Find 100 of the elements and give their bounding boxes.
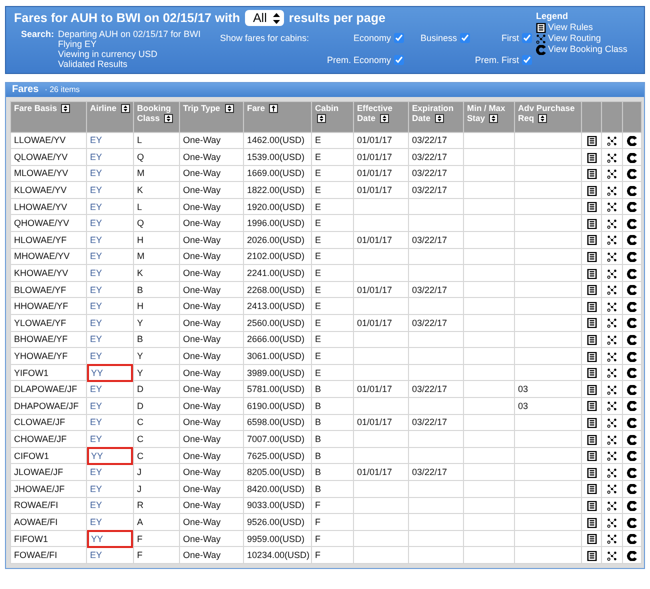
c-shape-icon[interactable] xyxy=(627,318,637,328)
dots-icon[interactable] xyxy=(607,384,617,395)
dots-icon[interactable] xyxy=(607,368,617,378)
dots-icon[interactable] xyxy=(607,500,617,511)
sort-icon[interactable] xyxy=(224,104,234,113)
document-icon[interactable] xyxy=(586,252,596,262)
document-icon[interactable] xyxy=(586,352,596,362)
c-shape-icon[interactable] xyxy=(627,500,637,511)
highlighted-airline[interactable]: YY xyxy=(87,530,133,548)
document-icon[interactable] xyxy=(586,484,596,494)
c-shape-icon[interactable] xyxy=(627,401,637,412)
c-shape-icon[interactable] xyxy=(627,235,637,246)
legend-label[interactable]: View Booking Class xyxy=(548,44,628,55)
c-shape-icon[interactable] xyxy=(627,335,637,346)
document-icon[interactable] xyxy=(586,384,596,395)
document-icon[interactable] xyxy=(586,451,596,462)
cabin-checkbox[interactable] xyxy=(460,33,470,43)
c-shape-icon[interactable] xyxy=(627,252,637,262)
dots-icon[interactable] xyxy=(607,169,617,180)
c-shape-icon[interactable] xyxy=(627,468,637,478)
sort-ascending-icon[interactable] xyxy=(269,104,278,113)
c-shape-icon[interactable] xyxy=(627,218,637,229)
document-icon[interactable] xyxy=(586,418,596,428)
document-icon[interactable] xyxy=(586,518,596,528)
document-icon[interactable] xyxy=(586,218,596,229)
c-shape-icon[interactable] xyxy=(627,302,637,312)
c-shape-icon[interactable] xyxy=(627,518,637,528)
document-icon[interactable] xyxy=(586,202,596,212)
c-shape-icon[interactable] xyxy=(627,202,637,212)
document-icon[interactable] xyxy=(586,468,596,478)
dots-icon[interactable] xyxy=(607,318,617,328)
sort-icon[interactable] xyxy=(164,114,174,123)
dots-icon[interactable] xyxy=(607,468,617,478)
sort-icon[interactable] xyxy=(61,104,70,113)
document-icon[interactable] xyxy=(586,550,596,561)
highlighted-airline[interactable]: YY xyxy=(87,446,133,465)
cabin-checkbox[interactable] xyxy=(522,33,532,43)
c-shape-icon[interactable] xyxy=(627,451,637,462)
dots-icon[interactable] xyxy=(607,534,617,544)
document-icon[interactable] xyxy=(586,302,596,312)
c-shape-icon[interactable] xyxy=(627,136,637,146)
cabin-checkbox[interactable] xyxy=(394,55,404,65)
document-icon[interactable] xyxy=(586,186,596,196)
dots-icon[interactable] xyxy=(607,136,617,146)
dots-icon[interactable] xyxy=(607,550,617,561)
document-icon[interactable] xyxy=(586,169,596,180)
sort-icon[interactable] xyxy=(434,114,444,123)
c-shape-icon[interactable] xyxy=(627,186,637,196)
document-icon[interactable] xyxy=(586,235,596,246)
c-shape-icon[interactable] xyxy=(627,434,637,445)
c-shape-icon[interactable] xyxy=(627,268,637,279)
c-shape-icon[interactable] xyxy=(627,418,637,428)
legend-label[interactable]: View Rules xyxy=(548,22,593,33)
highlighted-airline[interactable]: YY xyxy=(87,364,133,382)
dots-icon[interactable] xyxy=(607,252,617,262)
document-icon[interactable] xyxy=(586,285,596,296)
document-icon[interactable] xyxy=(586,318,596,328)
sort-icon[interactable] xyxy=(317,114,326,123)
dots-icon[interactable] xyxy=(607,335,617,346)
c-shape-icon[interactable] xyxy=(627,368,637,378)
sort-icon[interactable] xyxy=(538,114,548,123)
dots-icon[interactable] xyxy=(607,451,617,462)
dots-icon[interactable] xyxy=(607,434,617,445)
c-shape-icon[interactable] xyxy=(627,384,637,395)
dots-icon[interactable] xyxy=(607,518,617,528)
cabin-checkbox[interactable] xyxy=(394,33,404,43)
document-icon[interactable] xyxy=(586,401,596,412)
c-shape-icon[interactable] xyxy=(627,352,637,362)
c-shape-icon[interactable] xyxy=(627,169,637,180)
document-icon[interactable] xyxy=(586,152,596,163)
dots-icon[interactable] xyxy=(607,285,617,296)
sort-icon[interactable] xyxy=(489,114,498,123)
document-icon[interactable] xyxy=(586,268,596,279)
dots-icon[interactable] xyxy=(607,268,617,279)
document-icon[interactable] xyxy=(586,368,596,378)
sort-icon[interactable] xyxy=(380,114,389,123)
document-icon[interactable] xyxy=(586,136,596,146)
document-icon[interactable] xyxy=(586,534,596,544)
cabin-checkbox[interactable] xyxy=(522,55,532,65)
dots-icon[interactable] xyxy=(607,302,617,312)
dots-icon[interactable] xyxy=(607,218,617,229)
document-icon[interactable] xyxy=(586,335,596,346)
legend-label[interactable]: View Routing xyxy=(548,33,601,44)
c-shape-icon[interactable] xyxy=(627,550,637,561)
dots-icon[interactable] xyxy=(607,484,617,494)
sort-icon[interactable] xyxy=(120,104,130,113)
dots-icon[interactable] xyxy=(607,186,617,196)
c-shape-icon[interactable] xyxy=(627,534,637,544)
dots-icon[interactable] xyxy=(607,235,617,246)
per-page-select[interactable]: All xyxy=(244,10,284,26)
c-shape-icon[interactable] xyxy=(627,152,637,163)
dots-icon[interactable] xyxy=(607,352,617,362)
c-shape-icon[interactable] xyxy=(627,285,637,296)
document-icon[interactable] xyxy=(586,434,596,445)
c-shape-icon[interactable] xyxy=(627,484,637,494)
dots-icon[interactable] xyxy=(607,418,617,428)
document-icon[interactable] xyxy=(586,500,596,511)
dots-icon[interactable] xyxy=(607,152,617,163)
dots-icon[interactable] xyxy=(607,202,617,212)
dots-icon[interactable] xyxy=(607,401,617,412)
